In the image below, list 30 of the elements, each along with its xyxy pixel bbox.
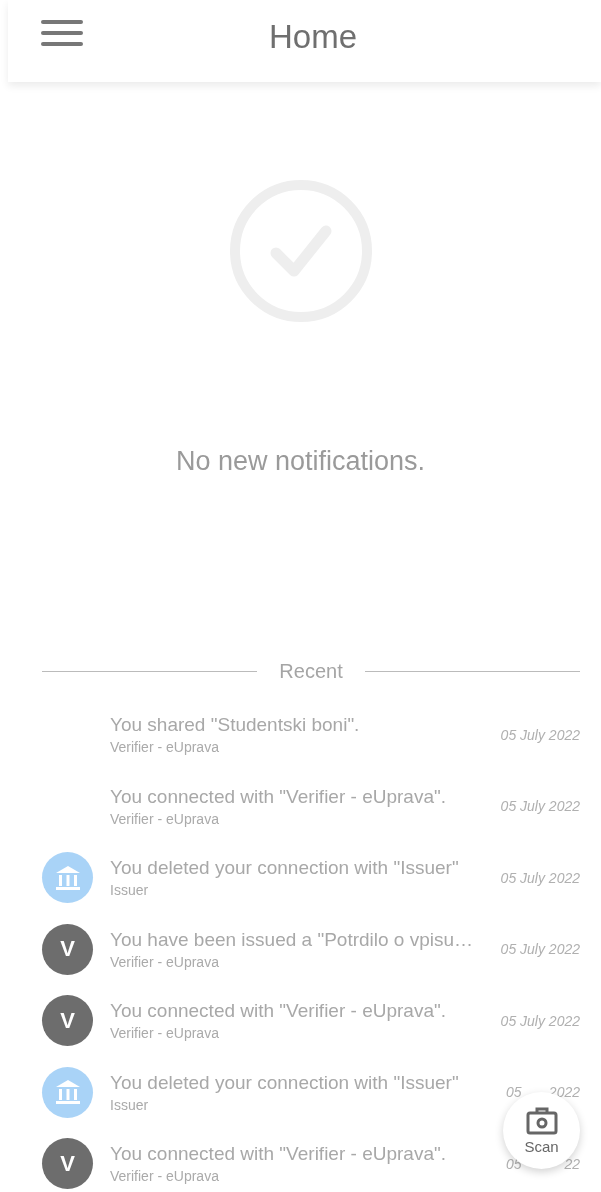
notification-date: 05 July 2022 [500,726,580,743]
notification-source: Verifier - eUprava [110,810,220,827]
notification-title: You connected with "Verifier - eUprava". [110,1000,447,1023]
bank-icon [53,1078,82,1107]
notification-title: You connected with "Verifier - eUprava". [110,1143,447,1166]
camera-icon [525,1106,558,1135]
page-title: Home [268,18,358,56]
notification-source: Verifier - eUprava [110,1168,220,1185]
notification-title: You deleted your connection with "Issuer" [110,857,460,880]
bank-icon [53,863,82,892]
avatar: V [42,1138,93,1190]
notification-title: You deleted your connection with "Issuer" [110,1071,460,1094]
notification-source: Issuer [110,882,150,899]
notification-title: You connected with "Verifier - eUprava". [110,785,447,808]
notification-source: Issuer [110,1096,150,1113]
notification-date: 22 [564,1155,580,1172]
section-heading: Recent [279,660,343,683]
empty-message: No new notifications. [175,446,426,477]
notification-title: You shared "Studentski boni". [110,714,361,737]
notification-source: Verifier - eUprava [110,953,220,970]
avatar: V [42,995,93,1047]
notification-source: Verifier - eUprava [110,739,220,756]
notification-source: Verifier - eUprava [110,1025,220,1042]
avatar: V [42,923,93,975]
menu-icon[interactable] [41,19,83,47]
notification-date: 05 July 2022 [500,869,580,886]
notification-date: 05 July 2022 [500,1012,580,1029]
notification-date: 05 July 2022 [500,941,580,958]
notification-title: You have been issued a "Potrdilo o vpisu… [110,928,475,951]
notification-date: 05 July 2022 [500,798,580,815]
